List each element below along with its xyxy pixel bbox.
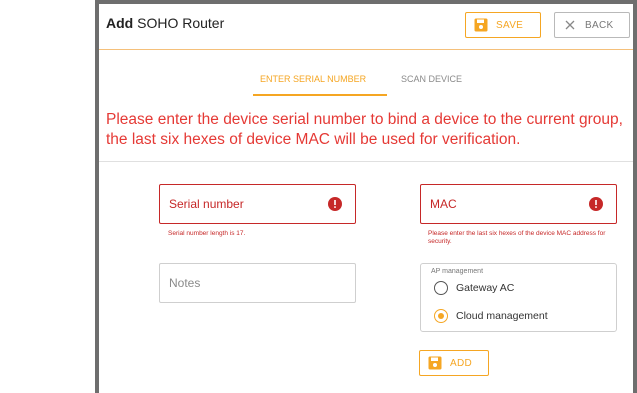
radio-unchecked-icon bbox=[434, 281, 448, 295]
back-button[interactable]: BACK bbox=[554, 12, 630, 38]
tab-bar: ENTER SERIAL NUMBER SCAN DEVICE bbox=[99, 50, 633, 98]
ap-management-group: AP management Gateway AC Cloud managemen… bbox=[420, 263, 617, 332]
instruction-message: Please enter the device serial number to… bbox=[106, 111, 623, 148]
tab-enter-serial-number[interactable]: ENTER SERIAL NUMBER bbox=[260, 74, 366, 84]
active-tab-indicator bbox=[253, 94, 387, 96]
divider bbox=[99, 161, 633, 162]
add-button[interactable]: ADD bbox=[419, 350, 489, 376]
radio-gateway-ac[interactable]: Gateway AC bbox=[434, 281, 514, 295]
error-circle-icon bbox=[589, 197, 603, 214]
radio-checked-icon bbox=[434, 309, 448, 323]
mac-input[interactable]: MAC bbox=[420, 184, 617, 224]
ap-management-title: AP management bbox=[431, 268, 484, 275]
error-circle-icon bbox=[328, 197, 342, 214]
mac-error: Please enter the last six hexes of the d… bbox=[428, 230, 606, 245]
radio-label: Cloud management bbox=[456, 310, 548, 322]
add-device-dialog: Add SOHO Router SAVE BACK ENTER SERIAL N… bbox=[95, 0, 637, 393]
floppy-disk-icon bbox=[420, 356, 450, 370]
close-x-icon bbox=[555, 19, 585, 31]
mac-placeholder: MAC bbox=[430, 197, 457, 211]
radio-cloud-management[interactable]: Cloud management bbox=[434, 309, 548, 323]
radio-label: Gateway AC bbox=[456, 282, 515, 294]
add-label: ADD bbox=[450, 357, 473, 369]
save-label: SAVE bbox=[496, 19, 524, 31]
tab-scan-device[interactable]: SCAN DEVICE bbox=[401, 74, 462, 84]
floppy-disk-icon bbox=[466, 18, 496, 32]
notes-input[interactable]: Notes bbox=[159, 263, 356, 303]
notes-placeholder: Notes bbox=[169, 276, 201, 290]
serial-number-placeholder: Serial number bbox=[169, 197, 244, 211]
serial-number-input[interactable]: Serial number bbox=[159, 184, 356, 224]
serial-number-error: Serial number length is 17. bbox=[168, 230, 246, 237]
dialog-title: Add SOHO Router bbox=[106, 15, 225, 31]
dialog-header: Add SOHO Router SAVE BACK bbox=[99, 4, 633, 50]
save-button[interactable]: SAVE bbox=[465, 12, 541, 38]
back-label: BACK bbox=[585, 19, 614, 31]
